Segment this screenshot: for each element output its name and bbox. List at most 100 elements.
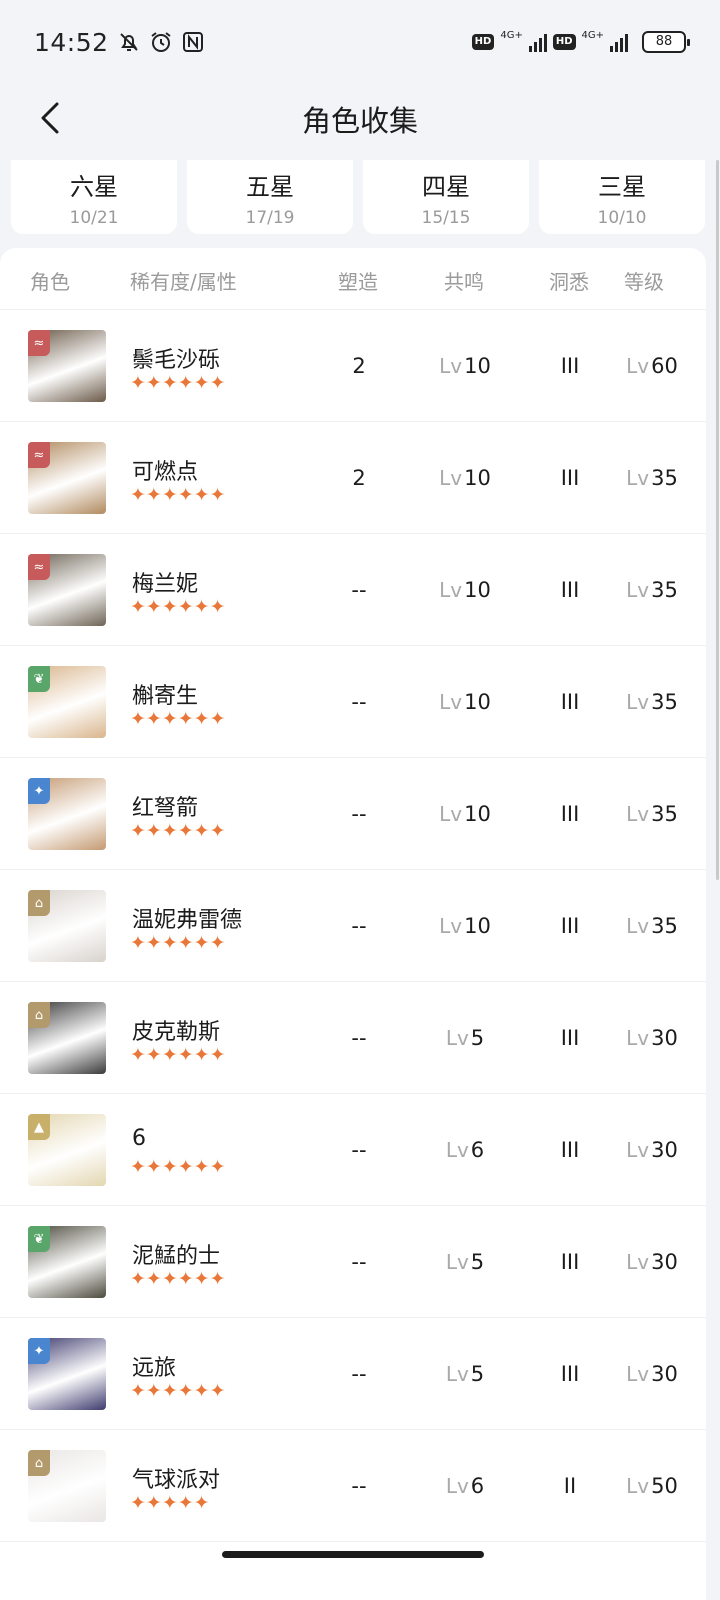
scrollbar[interactable] xyxy=(714,160,720,880)
star-icon: ✦✦✦✦✦✦ xyxy=(130,1044,226,1066)
rarity-stars: ✦✦✦✦✦✦ xyxy=(130,374,226,393)
chevron-left-icon xyxy=(41,102,59,134)
level-number: 30 xyxy=(651,1250,678,1274)
network-type: 4G+ xyxy=(500,29,523,41)
resonance-value: Lv10 xyxy=(430,578,500,602)
star-icon: ✦✦✦✦✦✦ xyxy=(130,1380,226,1402)
lv-prefix: Lv xyxy=(445,1474,469,1498)
shaping-value: -- xyxy=(351,578,367,602)
column-header-rarity[interactable]: 稀有度/属性 xyxy=(130,266,237,295)
character-avatar: ▲ xyxy=(28,1114,106,1186)
tab-label: 四星 xyxy=(422,172,470,201)
column-header-resonance[interactable]: 共鸣 xyxy=(444,266,484,295)
home-indicator[interactable] xyxy=(222,1551,484,1558)
shaping-value: -- xyxy=(351,1138,367,1162)
rarity-stars: ✦✦✦✦✦✦ xyxy=(130,822,226,841)
scrollbar-thumb[interactable] xyxy=(716,160,719,880)
resonance-value: Lv5 xyxy=(430,1362,500,1386)
beast-icon: ≈ xyxy=(28,554,50,580)
shaping-value: 2 xyxy=(352,354,366,378)
plant-icon: ❦ xyxy=(28,1226,50,1252)
table-row[interactable]: ≈ 鬃毛沙砾 ✦✦✦✦✦✦ 2 Lv10 III Lv60 xyxy=(0,310,706,422)
lv-prefix: Lv xyxy=(626,1362,650,1386)
character-name: 红弩箭 xyxy=(132,796,199,821)
star-icon: ✦✦✦✦✦✦ xyxy=(130,1156,226,1178)
level-value: Lv35 xyxy=(620,466,684,490)
character-name: 泥鯭的士 xyxy=(132,1244,221,1269)
table-row[interactable]: ❦ 槲寄生 ✦✦✦✦✦✦ -- Lv10 III Lv35 xyxy=(0,646,706,758)
tab-label: 三星 xyxy=(598,172,646,201)
insight-value: III xyxy=(560,578,580,602)
shaping-value: -- xyxy=(351,1250,367,1274)
level-value: Lv35 xyxy=(620,802,684,826)
character-avatar: ❦ xyxy=(28,1226,106,1298)
table-row[interactable]: ≈ 可燃点 ✦✦✦✦✦✦ 2 Lv10 III Lv35 xyxy=(0,422,706,534)
rarity-stars: ✦✦✦✦✦✦ xyxy=(130,1270,226,1289)
insight-value: III xyxy=(560,1138,580,1162)
rarity-stars: ✦✦✦✦✦ xyxy=(130,1494,210,1513)
character-name: 梅兰妮 xyxy=(132,572,199,597)
resonance-number: 10 xyxy=(464,466,491,490)
table-row[interactable]: ▲ 6 ✦✦✦✦✦✦ -- Lv6 III Lv30 xyxy=(0,1094,706,1206)
column-header-shaping[interactable]: 塑造 xyxy=(338,266,378,295)
lv-prefix: Lv xyxy=(445,1138,469,1162)
rarity-tabs: 六星 10/21 五星 17/19 四星 15/15 三星 10/10 xyxy=(11,160,705,234)
tab-six-star[interactable]: 六星 10/21 xyxy=(11,160,177,234)
table-row[interactable]: ⌂ 温妮弗雷德 ✦✦✦✦✦✦ -- Lv10 III Lv35 xyxy=(0,870,706,982)
lv-prefix: Lv xyxy=(626,578,650,602)
star-icon: ✦✦✦✦✦✦ xyxy=(130,372,226,394)
resonance-value: Lv6 xyxy=(430,1138,500,1162)
resonance-number: 6 xyxy=(470,1474,485,1498)
resonance-value: Lv10 xyxy=(430,690,500,714)
level-number: 30 xyxy=(651,1362,678,1386)
level-number: 30 xyxy=(651,1026,678,1050)
tab-five-star[interactable]: 五星 17/19 xyxy=(187,160,353,234)
lv-prefix: Lv xyxy=(439,354,463,378)
tab-label: 五星 xyxy=(246,172,294,201)
character-name: 皮克勒斯 xyxy=(132,1020,221,1045)
insight-value: III xyxy=(560,1026,580,1050)
tab-four-star[interactable]: 四星 15/15 xyxy=(363,160,529,234)
star-icon: ✦✦✦✦✦✦ xyxy=(130,820,226,842)
character-avatar: ⌂ xyxy=(28,1450,106,1522)
character-avatar: ≈ xyxy=(28,554,106,626)
column-header-level[interactable]: 等级 xyxy=(624,266,664,295)
character-avatar: ✦ xyxy=(28,1338,106,1410)
lv-prefix: Lv xyxy=(445,1362,469,1386)
character-avatar: ✦ xyxy=(28,778,106,850)
lv-prefix: Lv xyxy=(626,802,650,826)
star-icon: ✦✦✦✦✦✦ xyxy=(130,484,226,506)
character-name: 槲寄生 xyxy=(132,684,199,709)
insight-value: III xyxy=(560,1362,580,1386)
table-row[interactable]: ✦ 红弩箭 ✦✦✦✦✦✦ -- Lv10 III Lv35 xyxy=(0,758,706,870)
insight-value: III xyxy=(560,690,580,714)
tab-three-star[interactable]: 三星 10/10 xyxy=(539,160,705,234)
level-number: 35 xyxy=(651,466,678,490)
table-row[interactable]: ⌂ 皮克勒斯 ✦✦✦✦✦✦ -- Lv5 III Lv30 xyxy=(0,982,706,1094)
resonance-number: 5 xyxy=(470,1026,485,1050)
shaping-value: -- xyxy=(351,1026,367,1050)
resonance-number: 10 xyxy=(464,578,491,602)
column-header-role[interactable]: 角色 xyxy=(30,266,70,295)
column-header-insight[interactable]: 洞悉 xyxy=(549,266,589,295)
insight-value: III xyxy=(560,466,580,490)
character-avatar: ❦ xyxy=(28,666,106,738)
status-icons-right: HD 4G+ HD 4G+ 88 xyxy=(471,29,690,55)
rarity-stars: ✦✦✦✦✦✦ xyxy=(130,710,226,729)
star-icon: ✦✦✦✦✦✦ xyxy=(130,932,226,954)
shaping-value: -- xyxy=(351,690,367,714)
beast-icon: ≈ xyxy=(28,442,50,468)
insight-value: III xyxy=(560,354,580,378)
mineral-icon: ⌂ xyxy=(28,890,50,916)
shaping-value: -- xyxy=(351,802,367,826)
lv-prefix: Lv xyxy=(626,354,650,378)
lv-prefix: Lv xyxy=(626,1026,650,1050)
back-button[interactable] xyxy=(30,98,70,138)
tab-count: 10/21 xyxy=(69,207,119,228)
table-row[interactable]: ⌂ 气球派对 ✦✦✦✦✦ -- Lv6 II Lv50 xyxy=(0,1430,706,1542)
table-row[interactable]: ≈ 梅兰妮 ✦✦✦✦✦✦ -- Lv10 III Lv35 xyxy=(0,534,706,646)
resonance-value: Lv10 xyxy=(430,466,500,490)
table-row[interactable]: ✦ 远旅 ✦✦✦✦✦✦ -- Lv5 III Lv30 xyxy=(0,1318,706,1430)
table-row[interactable]: ❦ 泥鯭的士 ✦✦✦✦✦✦ -- Lv5 III Lv30 xyxy=(0,1206,706,1318)
lv-prefix: Lv xyxy=(445,1026,469,1050)
